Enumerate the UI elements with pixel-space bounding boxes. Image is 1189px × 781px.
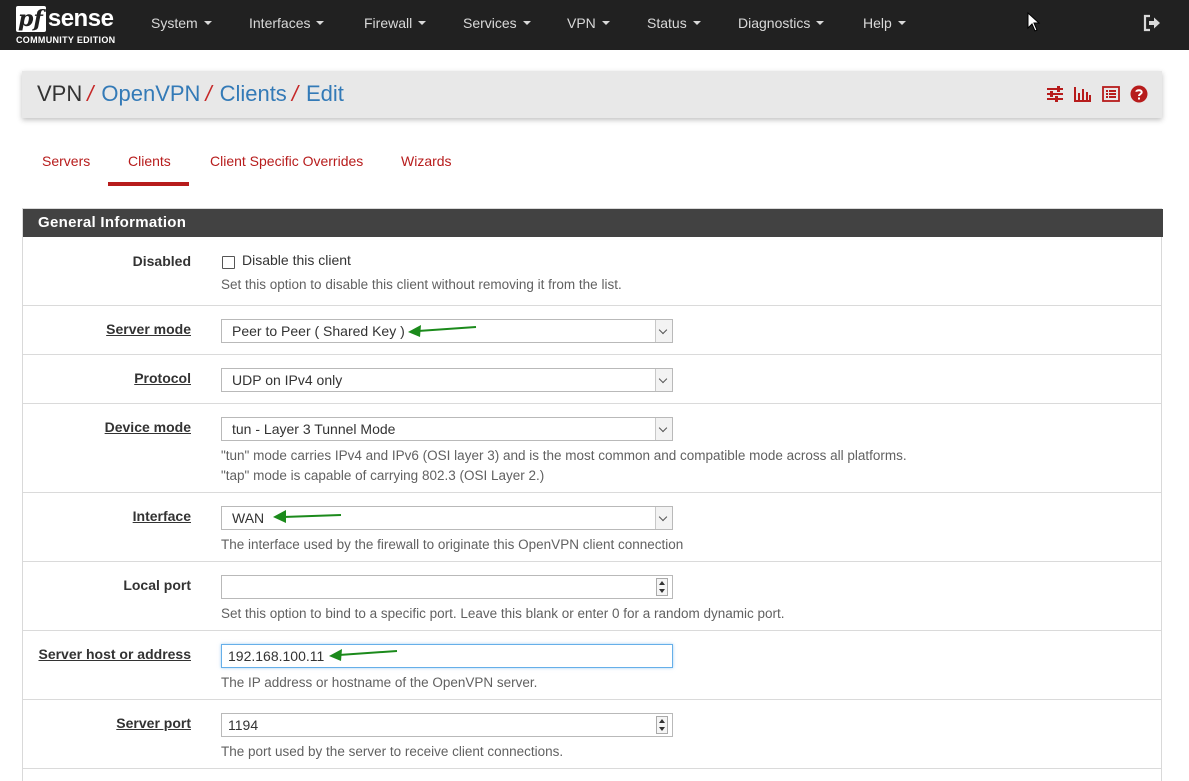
logo-edition-text: COMMUNITY EDITION xyxy=(16,35,116,45)
active-tab-indicator xyxy=(108,182,189,186)
help-local-port: Set this option to bind to a specific po… xyxy=(221,606,785,621)
mouse-cursor-icon xyxy=(1027,12,1041,32)
logo-pf-mark: pf xyxy=(16,6,46,32)
breadcrumb-separator: / xyxy=(87,81,94,106)
bar-chart-icon[interactable] xyxy=(1074,85,1092,103)
nav-status-label: Status xyxy=(647,15,687,31)
disable-client-checkbox[interactable] xyxy=(222,256,235,269)
device-mode-select[interactable]: tun - Layer 3 Tunnel Mode xyxy=(221,417,673,441)
row-interface: Interface WAN The interface used by the … xyxy=(23,492,1161,561)
chevron-down-icon xyxy=(655,369,672,391)
nav-diagnostics-label: Diagnostics xyxy=(738,15,811,31)
label-server-host[interactable]: Server host or address xyxy=(23,646,191,662)
label-interface[interactable]: Interface xyxy=(23,508,191,524)
nav-firewall-label: Firewall xyxy=(364,15,413,31)
caret-down-icon xyxy=(522,21,531,26)
nav-system-label: System xyxy=(151,15,198,31)
caret-down-icon xyxy=(897,21,906,26)
row-disabled: Disabled Disable this client Set this op… xyxy=(23,237,1161,305)
label-server-port[interactable]: Server port xyxy=(23,715,191,731)
number-spinner-icon[interactable] xyxy=(656,578,668,596)
logout-icon[interactable] xyxy=(1143,14,1161,32)
row-server-mode: Server mode Peer to Peer ( Shared Key ) xyxy=(23,305,1161,354)
list-icon[interactable] xyxy=(1102,85,1120,103)
general-information-panel: General Information Disabled Disable thi… xyxy=(22,208,1163,781)
nav-help-label: Help xyxy=(863,15,892,31)
chevron-down-icon xyxy=(655,507,672,529)
chevron-down-icon xyxy=(655,418,672,440)
chevron-down-icon xyxy=(655,320,672,342)
annotation-arrow-icon xyxy=(273,510,342,523)
help-server-host: The IP address or hostname of the OpenVP… xyxy=(221,675,538,690)
number-spinner-icon[interactable] xyxy=(656,716,668,734)
help-circle-icon[interactable] xyxy=(1130,85,1148,103)
nav-services[interactable]: Services xyxy=(463,0,531,50)
breadcrumb-root: VPN xyxy=(37,81,83,106)
disable-client-checkbox-label[interactable]: Disable this client xyxy=(242,252,351,268)
label-protocol[interactable]: Protocol xyxy=(23,370,191,386)
protocol-select[interactable]: UDP on IPv4 only xyxy=(221,368,673,392)
breadcrumb-openvpn[interactable]: OpenVPN xyxy=(101,81,200,106)
nav-system[interactable]: System xyxy=(151,0,212,50)
breadcrumb: VPN / OpenVPN / Clients / Edit xyxy=(37,80,344,108)
help-disabled: Set this option to disable this client w… xyxy=(221,277,622,292)
label-device-mode[interactable]: Device mode xyxy=(23,419,191,435)
server-port-input[interactable]: 1194 xyxy=(221,713,673,737)
help-device-mode-tap: "tap" mode is capable of carrying 802.3 … xyxy=(221,468,545,483)
logo-sense-text: sense xyxy=(47,5,114,32)
caret-down-icon xyxy=(203,21,212,26)
nav-services-label: Services xyxy=(463,15,517,31)
annotation-arrow-icon xyxy=(408,325,477,337)
device-mode-value: tun - Layer 3 Tunnel Mode xyxy=(232,421,396,437)
row-protocol: Protocol UDP on IPv4 only xyxy=(23,354,1161,403)
caret-down-icon xyxy=(316,21,325,26)
nav-status[interactable]: Status xyxy=(647,0,701,50)
nav-vpn-label: VPN xyxy=(567,15,596,31)
top-navbar: pf sense COMMUNITY EDITION System Interfa… xyxy=(0,0,1189,50)
caret-down-icon xyxy=(601,21,610,26)
nav-help[interactable]: Help xyxy=(863,0,906,50)
nav-interfaces-label: Interfaces xyxy=(249,15,311,31)
caret-down-icon xyxy=(816,21,825,26)
nav-diagnostics[interactable]: Diagnostics xyxy=(738,0,825,50)
row-device-mode: Device mode tun - Layer 3 Tunnel Mode "t… xyxy=(23,403,1161,492)
breadcrumb-edit[interactable]: Edit xyxy=(306,81,344,106)
local-port-input[interactable] xyxy=(221,575,673,599)
server-mode-value: Peer to Peer ( Shared Key ) xyxy=(232,323,405,339)
nav-interfaces[interactable]: Interfaces xyxy=(249,0,325,50)
server-host-input[interactable]: 192.168.100.11 xyxy=(221,644,673,668)
breadcrumb-separator: / xyxy=(205,81,212,106)
label-local-port: Local port xyxy=(123,577,191,593)
row-local-port: Local port Set this option to bind to a … xyxy=(23,561,1161,630)
breadcrumb-clients[interactable]: Clients xyxy=(220,81,287,106)
tab-wizards[interactable]: Wizards xyxy=(399,140,454,186)
breadcrumb-panel: VPN / OpenVPN / Clients / Edit xyxy=(22,71,1162,118)
help-server-port: The port used by the server to receive c… xyxy=(221,744,564,759)
server-port-value: 1194 xyxy=(228,717,259,733)
row-server-host: Server host or address 192.168.100.11 Th… xyxy=(23,630,1161,699)
caret-down-icon xyxy=(418,21,427,26)
pfsense-logo[interactable]: pf sense COMMUNITY EDITION xyxy=(16,5,124,47)
header-icon-group xyxy=(1046,85,1148,103)
annotation-arrow-icon xyxy=(329,649,398,661)
nav-firewall[interactable]: Firewall xyxy=(364,0,427,50)
help-interface: The interface used by the firewall to or… xyxy=(221,537,684,552)
tab-servers[interactable]: Servers xyxy=(40,140,92,186)
breadcrumb-separator: / xyxy=(291,81,298,106)
sliders-icon[interactable] xyxy=(1046,85,1064,103)
row-next-partial xyxy=(23,768,1161,781)
interface-value: WAN xyxy=(232,510,265,526)
server-host-value: 192.168.100.11 xyxy=(228,648,325,664)
caret-down-icon xyxy=(692,21,701,26)
tab-client-specific-overrides[interactable]: Client Specific Overrides xyxy=(208,140,365,186)
tab-clients[interactable]: Clients xyxy=(126,140,173,186)
label-server-mode[interactable]: Server mode xyxy=(23,321,191,337)
section-title: General Information xyxy=(23,209,1163,237)
row-server-port: Server port 1194 The port used by the se… xyxy=(23,699,1161,768)
label-disabled: Disabled xyxy=(132,253,191,269)
nav-vpn[interactable]: VPN xyxy=(567,0,610,50)
help-device-mode-tun: "tun" mode carries IPv4 and IPv6 (OSI la… xyxy=(221,448,907,463)
protocol-value: UDP on IPv4 only xyxy=(232,372,343,388)
